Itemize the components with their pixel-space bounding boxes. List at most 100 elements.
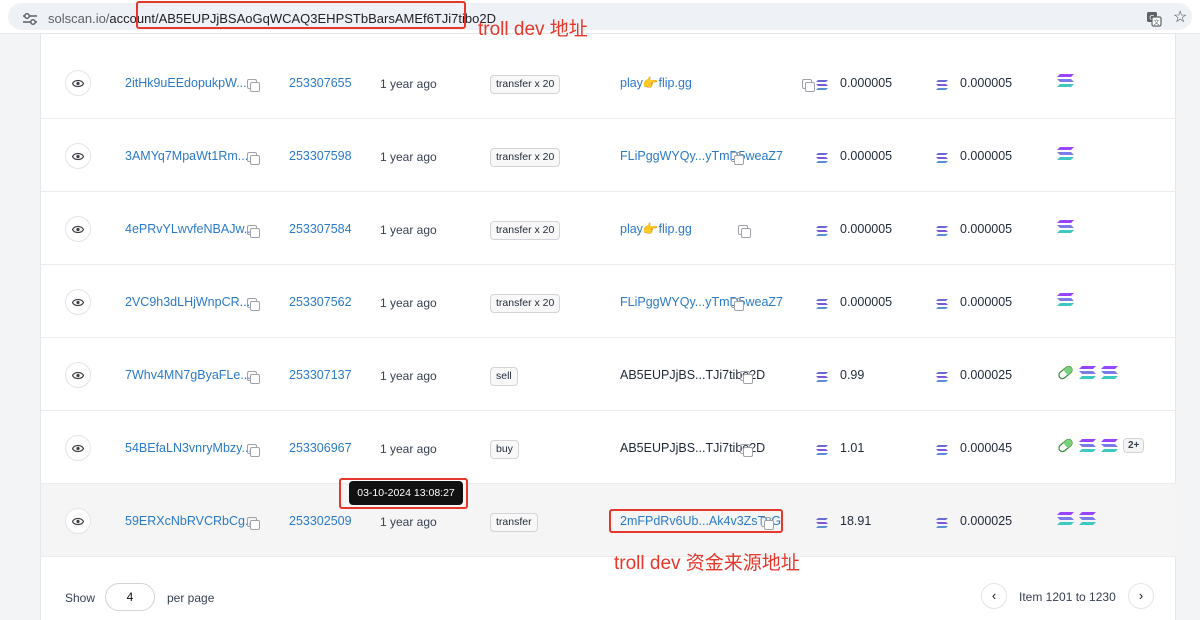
block-link[interactable]: 253307655 xyxy=(289,76,352,90)
token-icons xyxy=(1057,292,1074,307)
copy-icon[interactable] xyxy=(247,152,260,165)
pill-token-icon xyxy=(1058,438,1073,453)
copy-icon[interactable] xyxy=(247,79,260,92)
copy-icon[interactable] xyxy=(802,79,815,92)
block-link[interactable]: 253307584 xyxy=(289,222,352,236)
prev-page-button[interactable]: ‹ xyxy=(981,583,1007,609)
eye-icon xyxy=(72,444,84,452)
value-amount: 0.99 xyxy=(840,368,865,382)
chevron-right-icon: › xyxy=(1138,588,1144,603)
token-icons xyxy=(1057,219,1074,234)
by-address[interactable]: play👉flip.gg xyxy=(620,76,692,91)
signature-link[interactable]: 4ePRvYLwvfeNBAJw... xyxy=(125,222,254,236)
table-row[interactable]: 54BEfaLN3vnryMbzy... 253306967 1 year ago b… xyxy=(41,411,1177,484)
sol-token-icon xyxy=(1101,439,1118,452)
sol-token-icon xyxy=(1057,293,1074,306)
table-row[interactable]: 3AMYq7MpaWt1Rm... 253307598 1 year ago tran… xyxy=(41,119,1177,192)
view-details-button[interactable] xyxy=(65,143,91,169)
age-text: 1 year ago xyxy=(380,223,437,237)
table-row[interactable]: 7Whv4MN7gByaFLe... 253307137 1 year ago sel… xyxy=(41,338,1177,411)
block-link[interactable]: 253307137 xyxy=(289,368,352,382)
value-amount: 0.000005 xyxy=(840,76,893,90)
view-details-button[interactable] xyxy=(65,435,91,461)
by-address[interactable]: FLiPggWYQy...yTmD5weaZ7 xyxy=(620,295,783,309)
token-icons xyxy=(1057,365,1118,380)
sol-token-icon xyxy=(1079,439,1096,452)
age-text: 1 year ago xyxy=(380,77,437,91)
block-link[interactable]: 253307598 xyxy=(289,149,352,163)
site-settings-icon[interactable] xyxy=(22,12,38,26)
view-details-button[interactable] xyxy=(65,362,91,388)
table-footer: Show 4 per page ‹ Item 1201 to 1230 › xyxy=(41,545,1177,620)
chevron-left-icon: ‹ xyxy=(991,588,997,603)
copy-icon[interactable] xyxy=(247,444,260,457)
signature-link[interactable]: 2VC9h3dLHjWnpCR... xyxy=(125,295,250,309)
sol-fee-icon xyxy=(936,80,948,90)
next-page-button[interactable]: › xyxy=(1128,583,1154,609)
bookmark-star-icon[interactable]: ☆ xyxy=(1173,10,1187,26)
sol-fee-icon xyxy=(936,226,948,236)
copy-icon[interactable] xyxy=(731,152,744,165)
instruction-badge: buy xyxy=(490,440,519,459)
instruction-badge: sell xyxy=(490,367,518,386)
age-text: 1 year ago xyxy=(380,442,437,456)
copy-icon[interactable] xyxy=(247,298,260,311)
instruction-badge: transfer x 20 xyxy=(490,75,561,94)
transactions-table: 2itHk9uEEdopukpW... 253307655 1 year ago tr… xyxy=(40,34,1177,620)
dev-address-annotation: troll dev 地址 xyxy=(478,19,588,40)
copy-icon[interactable] xyxy=(740,444,753,457)
funding-source-annotation: troll dev 资金来源地址 xyxy=(614,553,800,574)
view-details-button[interactable] xyxy=(65,70,91,96)
block-link[interactable]: 253302509 xyxy=(289,514,352,528)
item-range-label: Item 1201 to 1230 xyxy=(1019,590,1116,604)
show-label: Show xyxy=(65,591,96,605)
token-icons xyxy=(1057,73,1074,88)
copy-icon[interactable] xyxy=(247,225,260,238)
sol-token-icon xyxy=(1057,512,1074,525)
signature-link[interactable]: 2itHk9uEEdopukpW... xyxy=(125,76,247,90)
eye-icon xyxy=(72,371,84,379)
eye-icon xyxy=(72,79,84,87)
by-address[interactable]: play👉flip.gg xyxy=(620,222,692,237)
copy-icon[interactable] xyxy=(738,225,751,238)
translate-icon[interactable]: G 文 xyxy=(1146,11,1162,27)
sol-token-icon xyxy=(1079,366,1096,379)
signature-link[interactable]: 59ERXcNbRVCRbCg... xyxy=(125,514,255,528)
table-row[interactable]: 4ePRvYLwvfeNBAJw... 253307584 1 year ago tr… xyxy=(41,192,1177,265)
view-details-button[interactable] xyxy=(65,508,91,534)
timestamp-highlight xyxy=(339,478,468,509)
view-details-button[interactable] xyxy=(65,289,91,315)
by-address[interactable]: FLiPggWYQy...yTmD5weaZ7 xyxy=(620,149,783,163)
age-text: 1 year ago xyxy=(380,515,437,529)
copy-icon[interactable] xyxy=(247,371,260,384)
signature-link[interactable]: 7Whv4MN7gByaFLe... xyxy=(125,368,251,382)
age-text: 1 year ago xyxy=(380,150,437,164)
signature-link[interactable]: 3AMYq7MpaWt1Rm... xyxy=(125,149,248,163)
page-size-input[interactable]: 4 xyxy=(105,583,155,611)
table-row[interactable]: 2itHk9uEEdopukpW... 253307655 1 year ago tr… xyxy=(41,46,1177,119)
fee-amount: 0.000045 xyxy=(960,441,1013,455)
signature-link[interactable]: 54BEfaLN3vnryMbzy... xyxy=(125,441,252,455)
view-details-button[interactable] xyxy=(65,216,91,242)
copy-icon[interactable] xyxy=(731,298,744,311)
block-link[interactable]: 253306967 xyxy=(289,441,352,455)
eye-icon xyxy=(72,298,84,306)
block-link[interactable]: 253307562 xyxy=(289,295,352,309)
fee-amount: 0.000005 xyxy=(960,295,1013,309)
copy-icon[interactable] xyxy=(247,517,260,530)
more-tokens-badge[interactable]: 2+ xyxy=(1123,438,1145,453)
table-row[interactable]: 2VC9h3dLHjWnpCR... 253307562 1 year ago tra… xyxy=(41,265,1177,338)
sol-token-icon xyxy=(1101,366,1118,379)
eye-icon xyxy=(72,517,84,525)
sol-value-icon xyxy=(816,226,828,236)
copy-icon[interactable] xyxy=(740,371,753,384)
sol-token-icon xyxy=(1057,220,1074,233)
sol-token-icon xyxy=(1079,512,1096,525)
value-amount: 0.000005 xyxy=(840,149,893,163)
fee-amount: 0.000005 xyxy=(960,149,1013,163)
sol-token-icon xyxy=(1057,147,1074,160)
fee-amount: 0.000025 xyxy=(960,514,1013,528)
sol-fee-icon xyxy=(936,153,948,163)
sol-value-icon xyxy=(816,80,828,90)
eye-icon xyxy=(72,152,84,160)
